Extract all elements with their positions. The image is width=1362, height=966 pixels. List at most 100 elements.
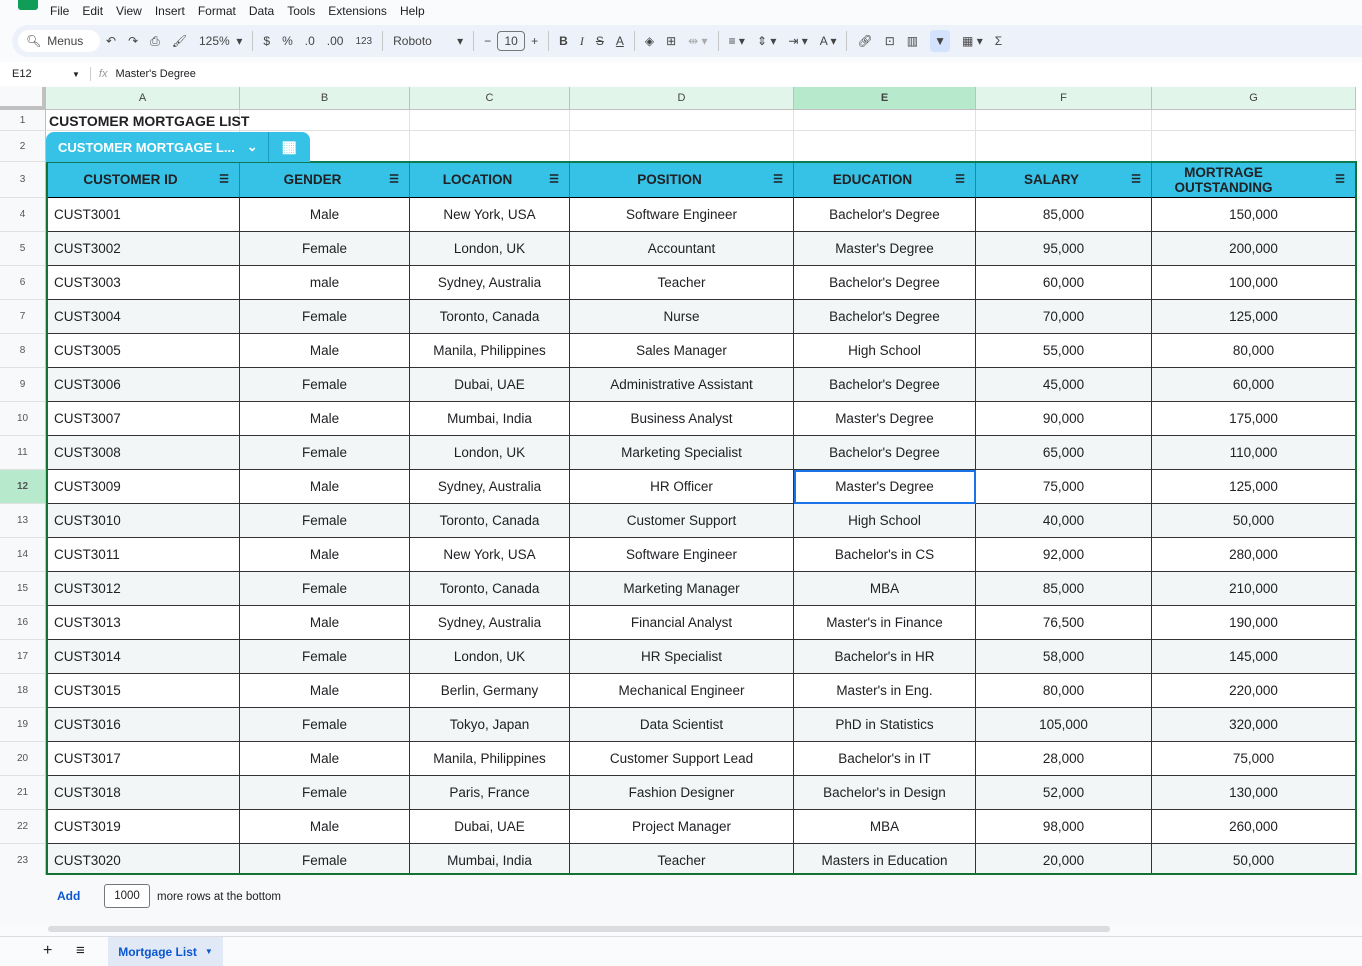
gender-cell[interactable]: Male xyxy=(240,198,410,232)
salary-cell[interactable]: 80,000 xyxy=(976,674,1152,708)
mortgage-outstanding-cell[interactable]: 200,000 xyxy=(1152,232,1356,266)
position-cell[interactable]: Software Engineer xyxy=(570,198,794,232)
position-cell[interactable]: Fashion Designer xyxy=(570,776,794,810)
education-cell[interactable]: Master's in Eng. xyxy=(794,674,976,708)
name-box-dropdown-icon[interactable]: ▼ xyxy=(72,70,80,79)
education-cell[interactable]: PhD in Statistics xyxy=(794,708,976,742)
customer-id-cell[interactable]: CUST3010 xyxy=(46,504,240,538)
redo-icon[interactable]: ↷ xyxy=(128,34,138,48)
cell[interactable] xyxy=(240,110,410,131)
row-header[interactable]: 9 xyxy=(0,368,46,402)
location-cell[interactable]: Mumbai, India xyxy=(410,844,570,878)
formula-input[interactable]: Master's Degree xyxy=(115,68,195,80)
mortgage-outstanding-cell[interactable]: 210,000 xyxy=(1152,572,1356,606)
location-cell[interactable]: Sydney, Australia xyxy=(410,606,570,640)
menu-help[interactable]: Help xyxy=(400,4,425,18)
cell[interactable] xyxy=(794,110,976,131)
filter-icon[interactable]: ☰ xyxy=(1131,172,1141,187)
mortgage-outstanding-cell[interactable]: 100,000 xyxy=(1152,266,1356,300)
mortgage-outstanding-cell[interactable]: 130,000 xyxy=(1152,776,1356,810)
location-cell[interactable]: Berlin, Germany xyxy=(410,674,570,708)
mortgage-outstanding-cell[interactable]: 125,000 xyxy=(1152,470,1356,504)
cell[interactable] xyxy=(410,110,570,131)
education-cell[interactable]: High School xyxy=(794,504,976,538)
vertical-align-icon[interactable]: ⇕ ▾ xyxy=(757,34,776,48)
customer-id-cell[interactable]: CUST3009 xyxy=(46,470,240,504)
mortgage-outstanding-cell[interactable]: 320,000 xyxy=(1152,708,1356,742)
link-icon[interactable]: 🔗︎ xyxy=(857,34,872,48)
row-header[interactable]: 19 xyxy=(0,708,46,742)
rows-count-input[interactable]: 1000 xyxy=(104,884,150,908)
location-cell[interactable]: Toronto, Canada xyxy=(410,504,570,538)
gender-cell[interactable]: Female xyxy=(240,436,410,470)
customer-id-cell[interactable]: CUST3018 xyxy=(46,776,240,810)
education-cell[interactable]: Bachelor's in HR xyxy=(794,640,976,674)
zoom-select[interactable]: 125% ▾ xyxy=(199,34,242,48)
cell[interactable] xyxy=(410,131,570,162)
align-icon[interactable]: ≡ ▾ xyxy=(729,34,745,48)
add-sheet-icon[interactable]: + xyxy=(43,942,52,960)
education-cell[interactable]: Bachelor's Degree xyxy=(794,368,976,402)
gender-cell[interactable]: Female xyxy=(240,504,410,538)
salary-cell[interactable]: 105,000 xyxy=(976,708,1152,742)
gender-cell[interactable]: Female xyxy=(240,844,410,878)
position-cell[interactable]: Mechanical Engineer xyxy=(570,674,794,708)
salary-cell[interactable]: 92,000 xyxy=(976,538,1152,572)
row-header[interactable]: 7 xyxy=(0,300,46,334)
customer-id-cell[interactable]: CUST3005 xyxy=(46,334,240,368)
column-header-cell[interactable]: MORTRAGE OUTSTANDING ☰ xyxy=(1152,162,1356,198)
mortgage-outstanding-cell[interactable]: 175,000 xyxy=(1152,402,1356,436)
location-cell[interactable]: Toronto, Canada xyxy=(410,300,570,334)
increase-font-button[interactable]: + xyxy=(531,34,538,48)
position-cell[interactable]: Administrative Assistant xyxy=(570,368,794,402)
education-cell[interactable]: Bachelor's Degree xyxy=(794,266,976,300)
row-header[interactable]: 13 xyxy=(0,504,46,538)
column-header-cell[interactable]: CUSTOMER ID ☰ xyxy=(46,162,240,198)
mortgage-outstanding-cell[interactable]: 150,000 xyxy=(1152,198,1356,232)
menu-file[interactable]: File xyxy=(50,4,69,18)
mortgage-outstanding-cell[interactable]: 145,000 xyxy=(1152,640,1356,674)
mortgage-outstanding-cell[interactable]: 50,000 xyxy=(1152,504,1356,538)
sheet-tab-mortgage-list[interactable]: Mortgage List ▼ xyxy=(108,937,223,966)
salary-cell[interactable]: 65,000 xyxy=(976,436,1152,470)
borders-icon[interactable]: ⊞ xyxy=(666,34,676,48)
row-header[interactable]: 11 xyxy=(0,436,46,470)
gender-cell[interactable]: Female xyxy=(240,232,410,266)
table-view-icon[interactable]: ▦ ▾ xyxy=(962,34,983,48)
text-wrap-icon[interactable]: ⇥ ▾ xyxy=(788,34,807,48)
position-cell[interactable]: Business Analyst xyxy=(570,402,794,436)
cell[interactable] xyxy=(1152,110,1356,131)
mortgage-outstanding-cell[interactable]: 220,000 xyxy=(1152,674,1356,708)
gender-cell[interactable]: Male xyxy=(240,810,410,844)
undo-icon[interactable]: ↶ xyxy=(106,34,116,48)
mortgage-outstanding-cell[interactable]: 80,000 xyxy=(1152,334,1356,368)
customer-id-cell[interactable]: CUST3016 xyxy=(46,708,240,742)
all-sheets-icon[interactable]: ≡ xyxy=(76,942,85,959)
customer-id-cell[interactable]: CUST3003 xyxy=(46,266,240,300)
mortgage-outstanding-cell[interactable]: 280,000 xyxy=(1152,538,1356,572)
row-header[interactable]: 12 xyxy=(0,470,46,504)
filter-icon[interactable]: ▼ xyxy=(930,30,951,52)
fill-color-icon[interactable]: ◈ xyxy=(645,34,654,48)
menu-insert[interactable]: Insert xyxy=(155,4,185,18)
mortgage-outstanding-cell[interactable]: 75,000 xyxy=(1152,742,1356,776)
functions-button[interactable]: Σ xyxy=(995,34,1002,48)
mortgage-outstanding-cell[interactable]: 60,000 xyxy=(1152,368,1356,402)
education-cell[interactable]: Master's Degree xyxy=(794,402,976,436)
sheet-title[interactable]: CUSTOMER MORTGAGE LIST xyxy=(49,113,249,129)
text-rotation-icon[interactable]: A ▾ xyxy=(820,34,837,48)
gender-cell[interactable]: Male xyxy=(240,538,410,572)
mortgage-outstanding-cell[interactable]: 50,000 xyxy=(1152,844,1356,878)
add-rows-button[interactable]: Add xyxy=(57,889,80,903)
gender-cell[interactable]: Male xyxy=(240,742,410,776)
name-box[interactable]: E12 xyxy=(12,68,72,80)
column-header-g[interactable]: G xyxy=(1152,87,1356,110)
education-cell[interactable]: Masters in Education xyxy=(794,844,976,878)
table-calculator-icon[interactable]: ▦ xyxy=(267,132,310,162)
education-cell[interactable]: Bachelor's Degree xyxy=(794,198,976,232)
customer-id-cell[interactable]: CUST3013 xyxy=(46,606,240,640)
row-header[interactable]: 5 xyxy=(0,232,46,266)
column-header-c[interactable]: C xyxy=(410,87,570,110)
education-cell[interactable]: Bachelor's Degree xyxy=(794,300,976,334)
customer-id-cell[interactable]: CUST3006 xyxy=(46,368,240,402)
